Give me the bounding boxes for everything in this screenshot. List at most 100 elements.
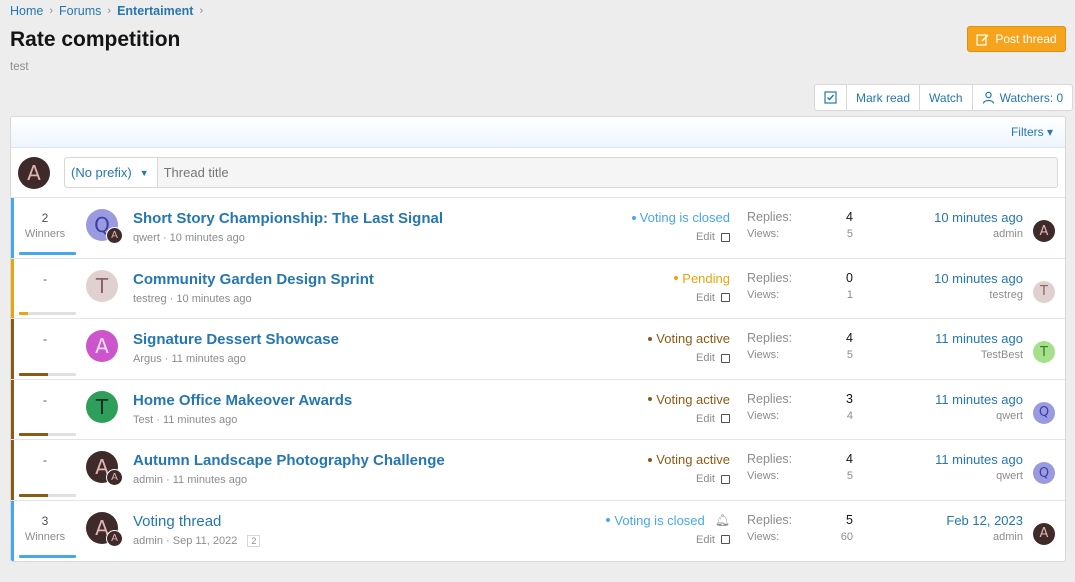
last-post-user[interactable]: qwert xyxy=(935,410,1023,422)
table-row[interactable]: 3 Winners A A Voting thread admin · Sep … xyxy=(11,500,1065,561)
prefix-select[interactable]: (No prefix) ▼ xyxy=(65,158,158,187)
sub-avatar[interactable]: A xyxy=(106,227,123,244)
avatar[interactable]: A xyxy=(18,156,50,189)
thread-title[interactable]: Autumn Landscape Photography Challenge xyxy=(133,452,445,469)
select-checkbox[interactable] xyxy=(721,232,730,242)
thread-author-time[interactable]: Test · 11 minutes ago xyxy=(133,414,237,426)
quick-thread-form: (No prefix) ▼ xyxy=(64,157,1058,188)
winners-count: - xyxy=(19,393,71,410)
select-checkbox[interactable] xyxy=(721,293,730,302)
last-post-avatar[interactable]: T xyxy=(1033,341,1055,363)
thread-author-time[interactable]: admin · Sep 11, 2022 xyxy=(133,535,237,547)
chevron-right-icon: › xyxy=(107,5,112,17)
edit-select[interactable]: Edit xyxy=(696,352,730,364)
last-post-user[interactable]: TestBest xyxy=(935,349,1023,361)
edit-icon xyxy=(976,33,989,46)
thread-meta: qwert · 10 minutes ago xyxy=(133,232,245,244)
status-badge: Voting active xyxy=(648,331,730,346)
last-post-time[interactable]: 10 minutes ago xyxy=(934,271,1023,286)
breadcrumb-current[interactable]: Entertaiment xyxy=(117,4,193,18)
breadcrumb-home[interactable]: Home xyxy=(10,4,43,18)
replies-label: Replies: xyxy=(747,331,793,345)
table-row[interactable]: - A A Autumn Landscape Photography Chall… xyxy=(11,440,1065,501)
views-count: 5 xyxy=(846,228,853,240)
last-post-time[interactable]: 11 minutes ago xyxy=(935,331,1023,346)
edit-select[interactable]: Edit xyxy=(696,534,730,546)
thread-title[interactable]: Community Garden Design Sprint xyxy=(133,271,374,288)
views-label: Views: xyxy=(747,288,780,301)
bell-icon[interactable]: 🔔︎ xyxy=(715,513,730,527)
user-icon xyxy=(982,91,994,104)
last-post-time[interactable]: 11 minutes ago xyxy=(935,452,1023,467)
select-checkbox[interactable] xyxy=(721,474,730,484)
edit-select[interactable]: Edit xyxy=(696,292,730,304)
views-label: Views: xyxy=(747,530,780,543)
thread-author-time[interactable]: admin · 11 minutes ago xyxy=(133,474,247,486)
edit-label: Edit xyxy=(696,231,715,243)
avatar[interactable]: T xyxy=(86,269,118,302)
select-checkbox[interactable] xyxy=(721,353,730,363)
status-label: Voting active xyxy=(656,331,730,346)
watchers-button[interactable]: Watchers: 0 xyxy=(971,85,1073,110)
last-post-avatar[interactable]: Q xyxy=(1033,462,1055,484)
avatar[interactable]: T xyxy=(86,390,118,423)
watch-button[interactable]: Watch xyxy=(919,85,972,110)
views-count: 5 xyxy=(846,349,853,361)
edit-select[interactable]: Edit xyxy=(696,231,730,243)
filters-button[interactable]: Filters ▾ xyxy=(1011,125,1053,139)
last-post-time[interactable]: 10 minutes ago xyxy=(934,210,1023,225)
last-post-user[interactable]: qwert xyxy=(935,470,1023,482)
winners-number: - xyxy=(43,271,47,286)
edit-select[interactable]: Edit xyxy=(696,413,730,425)
thread-title[interactable]: Short Story Championship: The Last Signa… xyxy=(133,210,443,227)
select-toggle-button[interactable] xyxy=(815,85,846,110)
status-badge: Voting is closed 🔔︎ xyxy=(606,513,730,528)
mark-read-button[interactable]: Mark read xyxy=(846,85,919,110)
select-checkbox[interactable] xyxy=(721,535,730,544)
thread-stats: Replies: 4 Views: 5 xyxy=(747,452,853,482)
status-dot xyxy=(631,215,636,220)
filter-bar: Filters ▾ xyxy=(11,117,1065,148)
thread-title-input[interactable] xyxy=(157,158,1057,187)
progress-fill xyxy=(19,493,48,497)
last-post-user[interactable]: admin xyxy=(946,531,1023,543)
thread-author-time[interactable]: qwert · 10 minutes ago xyxy=(133,232,245,244)
table-row[interactable]: 2 Winners Q A Short Story Championship: … xyxy=(11,198,1065,259)
views-label: Views: xyxy=(747,349,780,361)
last-post-user[interactable]: admin xyxy=(934,228,1023,240)
views-label: Views: xyxy=(747,470,780,482)
status-label: Voting is closed xyxy=(614,512,705,528)
winners-number: 2 xyxy=(41,211,49,225)
last-post-user[interactable]: testreg xyxy=(934,289,1023,301)
last-post-avatar[interactable]: A xyxy=(1033,220,1055,242)
select-checkbox[interactable] xyxy=(721,414,730,423)
post-thread-button[interactable]: Post thread xyxy=(967,26,1066,52)
thread-title[interactable]: Signature Dessert Showcase xyxy=(133,331,339,348)
breadcrumb-forums[interactable]: Forums xyxy=(59,4,101,18)
edit-select[interactable]: Edit xyxy=(696,473,730,485)
replies-label: Replies: xyxy=(747,210,793,224)
page-link[interactable]: 2 xyxy=(247,534,261,547)
avatar[interactable]: A xyxy=(86,330,118,362)
table-row[interactable]: - T Community Garden Design Sprint testr… xyxy=(11,258,1065,319)
status-stripe xyxy=(11,440,14,500)
thread-title[interactable]: Home Office Makeover Awards xyxy=(133,392,352,409)
last-post-avatar[interactable]: A xyxy=(1033,522,1055,545)
replies-count: 3 xyxy=(846,391,853,406)
last-post-time[interactable]: 11 minutes ago xyxy=(935,392,1023,407)
thread-author-time[interactable]: testreg · 10 minutes ago xyxy=(133,293,252,305)
thread-author-time[interactable]: Argus · 11 minutes ago xyxy=(133,353,246,365)
sub-avatar[interactable]: A xyxy=(106,529,123,547)
winners-label: Winners xyxy=(24,228,66,240)
table-row[interactable]: - A Signature Dessert Showcase Argus · 1… xyxy=(11,319,1065,380)
last-post-avatar[interactable]: T xyxy=(1033,280,1055,303)
edit-label: Edit xyxy=(696,352,715,364)
last-post-avatar[interactable]: Q xyxy=(1033,401,1055,424)
winners-number: - xyxy=(43,392,47,407)
winners-count: - xyxy=(19,332,71,349)
table-row[interactable]: - T Home Office Makeover Awards Test · 1… xyxy=(11,379,1065,440)
prefix-label: (No prefix) xyxy=(71,165,132,180)
sub-avatar[interactable]: A xyxy=(106,469,123,486)
thread-title[interactable]: Voting thread xyxy=(133,513,221,530)
last-post-time[interactable]: Feb 12, 2023 xyxy=(946,513,1023,528)
